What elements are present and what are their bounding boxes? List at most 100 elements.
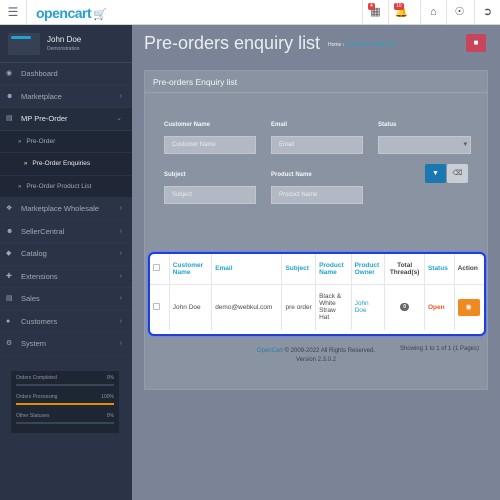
row-checkbox[interactable] — [153, 302, 160, 310]
sidebar-item-label: Sales — [21, 294, 40, 303]
calendar-icon[interactable]: ▦ 4 — [362, 0, 388, 25]
chevron-right-icon: › — [119, 250, 122, 257]
sidebar-subitem-pre-order[interactable]: » Pre-Order — [0, 130, 132, 153]
sidebar-item-label: Dashboard — [21, 69, 58, 78]
home-icon[interactable]: ⌂ — [420, 0, 446, 25]
sidebar-item-marketplace-wholesale[interactable]: ❖ Marketplace Wholesale › — [0, 198, 132, 221]
user-icon: ● — [6, 317, 11, 325]
sidebar-subitem-pre-order-enquiries[interactable]: » Pre-Order Enquiries — [0, 153, 132, 176]
sidebar-item-label: Marketplace Wholesale — [21, 204, 99, 213]
sidebar-item-mp-pre-order[interactable]: ▤ MP Pre-Order ⌄ — [0, 108, 132, 131]
threads-cell: 0 — [384, 284, 425, 330]
select-all-checkbox[interactable] — [153, 264, 160, 272]
sidebar-item-extensions[interactable]: ✚ Extensions › — [0, 266, 132, 288]
avatar — [8, 33, 40, 55]
status-select[interactable] — [378, 136, 471, 154]
sidebar-item-label: Extensions — [21, 271, 58, 281]
select-all-header — [150, 254, 170, 285]
sidebar-item-customers[interactable]: ● Customers › — [0, 311, 132, 333]
product-cell: Black & White Straw Hat — [315, 284, 352, 330]
chevron-right-icon: › — [119, 340, 122, 347]
stat-label: Orders Completed — [16, 375, 57, 381]
column-header: Total Thread(s) — [384, 254, 425, 285]
column-header[interactable]: Product Name — [315, 254, 352, 285]
email-input[interactable]: Email — [271, 136, 363, 154]
breadcrumb: Home › Pre-orders enquiry list — [328, 42, 395, 48]
progress-track — [16, 384, 114, 386]
help-icon[interactable]: ☉ — [446, 0, 472, 25]
footer-brand-link[interactable]: OpenCart — [257, 348, 283, 354]
gear-icon: ⚙ — [6, 340, 13, 347]
cart-icon: ▤ — [6, 115, 13, 122]
notification-badge: 4 — [368, 3, 375, 10]
breadcrumb-separator: › — [342, 42, 345, 48]
sidebar-subitem-pre-order-product-list[interactable]: » Pre-Order Product List — [0, 175, 132, 198]
dashboard-icon: ◉ — [6, 70, 13, 77]
sidebar-item-label: Customers — [21, 316, 58, 326]
stat-value: 0% — [106, 413, 114, 419]
view-button[interactable]: ◉ — [457, 298, 480, 316]
double-chevron-icon: » — [24, 161, 28, 167]
cubes-icon: ❖ — [6, 205, 13, 212]
table-header-row: Customer Name Email Subject Product Name… — [150, 254, 484, 285]
logout-icon[interactable]: ➲ — [474, 0, 500, 25]
page-title: Pre-orders enquiry list — [144, 33, 321, 53]
eraser-icon: ⌫ — [452, 170, 463, 177]
column-header[interactable]: Product Owner — [351, 254, 386, 285]
filter-button[interactable]: ▼ — [425, 164, 446, 183]
progress-track — [16, 403, 114, 405]
sidebar-item-label: Marketplace — [21, 91, 62, 101]
stat-label: Orders Processing — [16, 394, 58, 400]
owner-cell: John Doe — [351, 284, 386, 330]
order-stats: Orders Completed 0% Orders Processing 100%… — [11, 371, 119, 433]
enquiry-table-wrapper: Customer Name Email Subject Product Name… — [148, 252, 486, 336]
hamburger-icon[interactable]: ☰ — [0, 0, 27, 25]
row-select-cell — [150, 284, 170, 330]
sidebar-item-catalog[interactable]: ◆ Catalog › — [0, 243, 132, 266]
product-name-label: Product Name — [271, 172, 312, 178]
status-badge: Open — [427, 303, 445, 311]
thread-count-badge: 0 — [400, 303, 410, 312]
product-name-input[interactable]: Product Name — [271, 186, 363, 204]
stat-value: 100% — [101, 394, 114, 400]
double-chevron-icon: » — [18, 138, 22, 145]
user-name: John Doe — [47, 35, 82, 44]
chevron-right-icon: › — [119, 295, 122, 302]
email-cell: demo@webkul.com — [211, 284, 283, 330]
stat-other-statuses: Other Statuses 0% — [16, 413, 114, 432]
column-header[interactable]: Email — [211, 254, 283, 285]
panel-title: Pre-orders Enquiry list — [145, 71, 487, 93]
sidebar-item-label: SellerCentral — [21, 226, 65, 236]
breadcrumb-home[interactable]: Home — [328, 42, 341, 48]
subject-input[interactable]: Subject — [164, 186, 256, 204]
chevron-right-icon: › — [119, 227, 122, 235]
customer-name-input[interactable]: Customer Name — [164, 136, 256, 154]
column-header[interactable]: Subject — [281, 254, 317, 285]
user-profile[interactable]: John Doe Demonstration — [0, 25, 132, 63]
filter-icon: ▼ — [432, 170, 439, 177]
owner-link[interactable]: John Doe — [355, 300, 369, 314]
delete-button[interactable]: ■ — [466, 34, 486, 52]
column-header: Action — [454, 254, 484, 285]
customer-name-label: Customer Name — [164, 122, 211, 128]
sidebar-item-sellercentral[interactable]: ☻ SellerCentral › — [0, 221, 132, 243]
top-header: ☰ opencart 🛒 ▦ 4 🔔 10 ⌂ ☉ ➲ — [0, 0, 500, 25]
bell-icon[interactable]: 🔔 10 — [388, 0, 414, 25]
sidebar-item-label: MP Pre-Order — [21, 114, 68, 123]
column-header[interactable]: Customer Name — [169, 254, 213, 285]
sidebar-item-marketplace[interactable]: ☻ Marketplace › — [0, 86, 132, 108]
email-label: Email — [271, 122, 288, 128]
footer: OpenCart © 2009-2022 All Rights Reserved… — [132, 347, 500, 356]
trash-icon: ■ — [473, 38, 479, 47]
stat-label: Other Statuses — [16, 413, 50, 419]
sidebar-item-dashboard[interactable]: ◉ Dashboard — [0, 63, 132, 86]
sidebar-item-sales[interactable]: ▤ Sales › — [0, 288, 132, 311]
cart-icon: 🛒 — [93, 9, 107, 21]
breadcrumb-current[interactable]: Pre-orders enquiry list — [346, 42, 395, 48]
sidebar-item-system[interactable]: ⚙ System › — [0, 333, 132, 356]
reset-filter-button[interactable]: ⌫ — [447, 164, 468, 183]
opencart-logo[interactable]: opencart 🛒 — [36, 5, 107, 21]
column-header[interactable]: Status — [424, 254, 455, 285]
eye-icon: ◉ — [465, 303, 472, 311]
chevron-right-icon: › — [119, 272, 122, 280]
